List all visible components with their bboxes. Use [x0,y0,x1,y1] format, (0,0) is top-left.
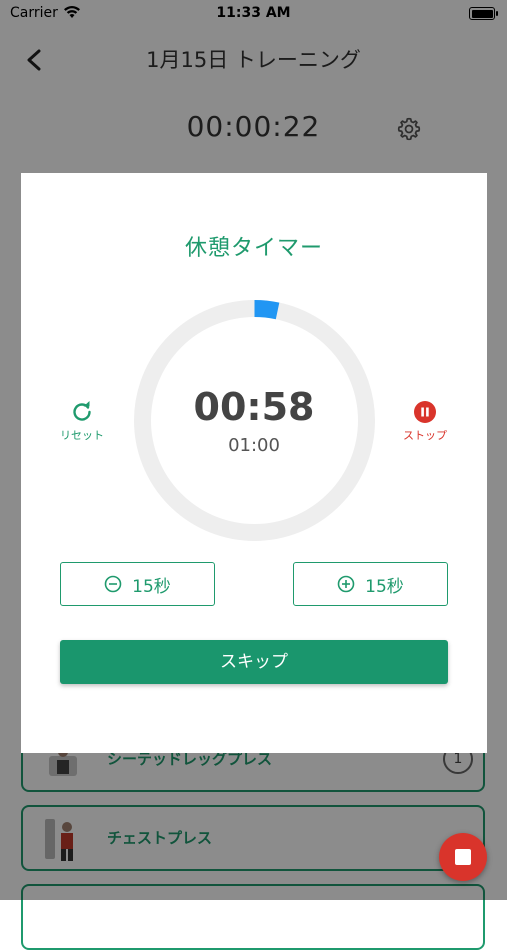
stop-icon [455,849,471,865]
timer-ring-progress [254,300,280,320]
stop-workout-button[interactable] [439,833,487,881]
reset-button[interactable]: リセット [42,401,122,451]
rest-timer-modal: 休憩タイマー 00:58 01:00 リセット ストップ 15秒 15秒 スキッ… [21,173,487,753]
refresh-icon [73,401,91,421]
minus-circle-icon [104,575,122,593]
pause-icon [414,401,436,423]
reset-label: リセット [60,429,104,442]
minus-15s-button[interactable]: 15秒 [60,562,215,606]
stop-label: ストップ [403,429,447,442]
minus-15s-label: 15秒 [132,576,171,597]
plus-15s-label: 15秒 [365,576,404,597]
skip-button[interactable]: スキップ [60,640,448,684]
modal-title: 休憩タイマー [184,236,323,261]
plus-circle-icon [337,575,355,593]
pause-button[interactable]: ストップ [385,401,465,451]
plus-15s-button[interactable]: 15秒 [293,562,448,606]
